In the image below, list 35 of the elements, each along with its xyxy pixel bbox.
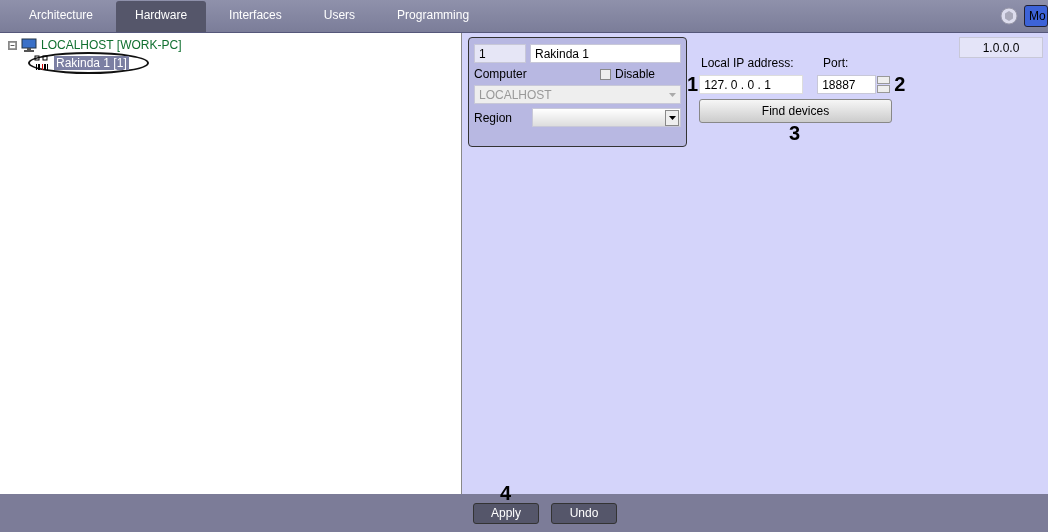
- callout-number: 1: [687, 73, 699, 96]
- barcode-reader-icon: [34, 55, 50, 71]
- callout-number: 2: [894, 73, 906, 96]
- tab[interactable]: Hardware: [116, 1, 207, 32]
- tab[interactable]: Users: [304, 1, 375, 32]
- tree-item[interactable]: LOCALHOST [WORK-PC]: [41, 38, 182, 52]
- id-field[interactable]: 1: [474, 44, 526, 63]
- tab[interactable]: Architecture: [10, 1, 113, 32]
- mode-button[interactable]: Mo: [1024, 5, 1048, 27]
- find-devices-button[interactable]: Find devices: [699, 99, 892, 123]
- action-button[interactable]: Undo: [551, 502, 617, 524]
- ip-label: Local IP address:: [701, 56, 795, 70]
- tab[interactable]: Programming: [378, 1, 489, 32]
- version-field: 1.0.0.0: [959, 37, 1043, 58]
- name-field[interactable]: Rakinda 1: [530, 44, 681, 63]
- port-label: Port:: [823, 56, 849, 70]
- port-field[interactable]: 18887: [817, 75, 877, 94]
- ip-field[interactable]: 127. 0 . 0 . 1: [699, 75, 804, 94]
- dropdown-icon: [668, 115, 676, 120]
- spin-up-button[interactable]: [877, 76, 891, 84]
- disable-label: Disable: [614, 67, 655, 81]
- computer-label: Computer: [474, 67, 527, 81]
- disable-checkbox[interactable]: [599, 68, 611, 80]
- region-label: Region: [474, 110, 514, 125]
- dropdown-icon: [669, 92, 676, 97]
- action-button[interactable]: Apply: [473, 502, 539, 524]
- callout-number: 4: [500, 482, 512, 505]
- region-dropdown[interactable]: [532, 108, 681, 127]
- collapse-icon[interactable]: [8, 40, 17, 50]
- tree-item[interactable]: Rakinda 1 [1]: [54, 56, 129, 70]
- callout-number: 3: [789, 123, 801, 143]
- settings-icon[interactable]: [1000, 7, 1018, 25]
- computer-icon: [21, 37, 37, 53]
- spin-down-button[interactable]: [877, 85, 891, 93]
- tab[interactable]: Interfaces: [210, 1, 301, 32]
